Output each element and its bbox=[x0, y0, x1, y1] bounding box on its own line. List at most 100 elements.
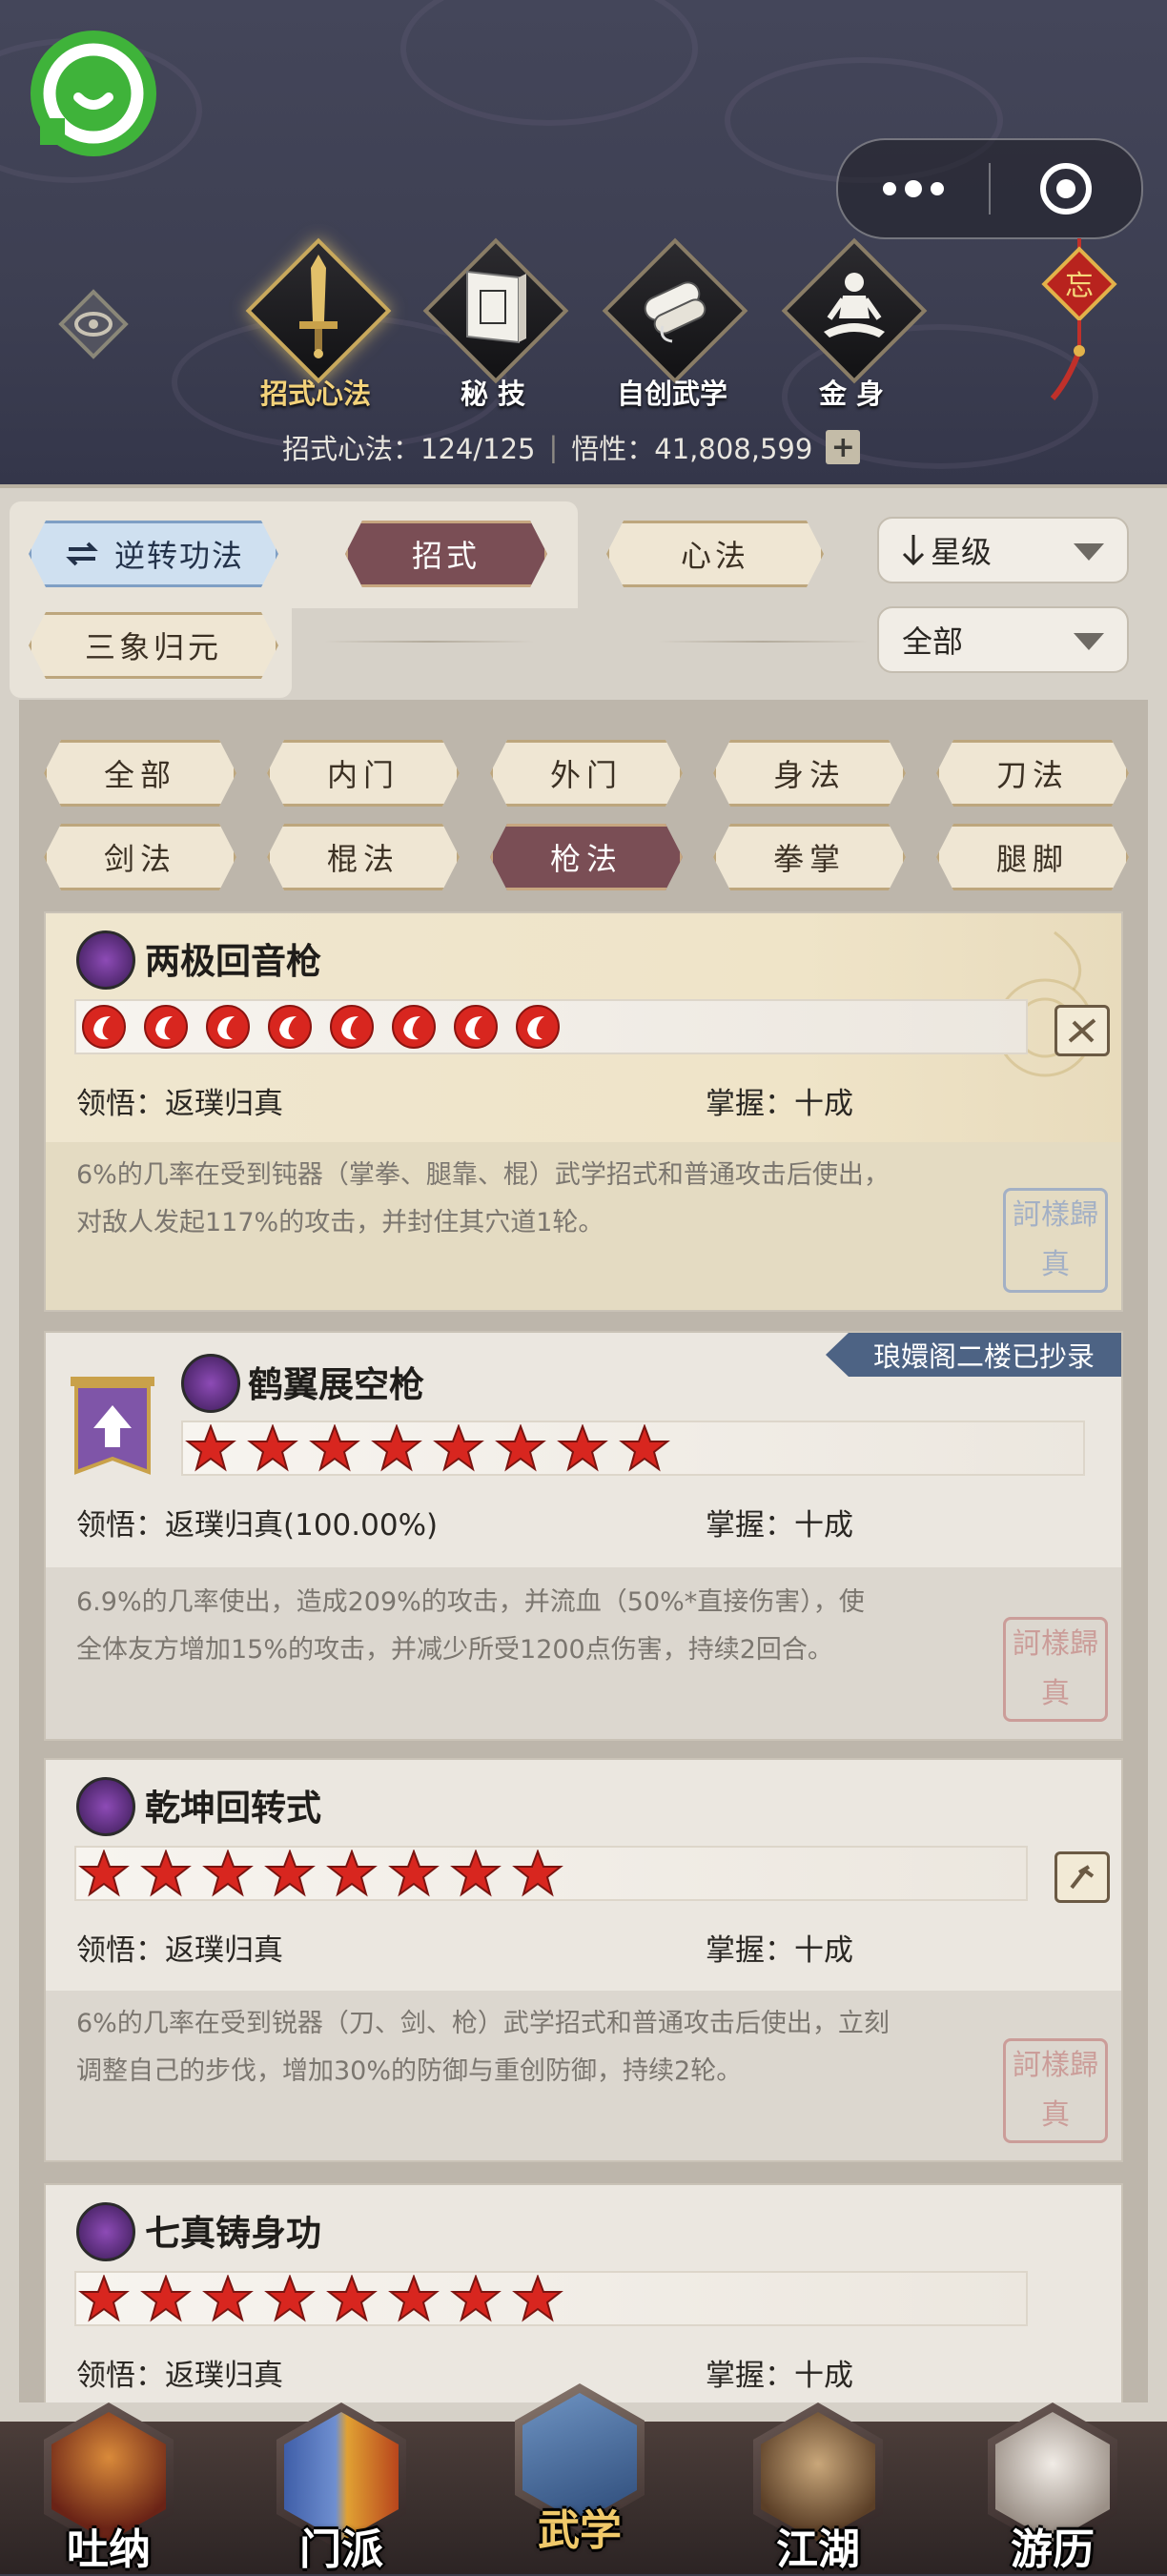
chevron-down-icon bbox=[1074, 543, 1104, 561]
filter-fist[interactable]: 拳掌 bbox=[713, 824, 906, 890]
chevron-down-icon bbox=[1074, 633, 1104, 650]
swap-icon bbox=[63, 538, 101, 570]
red-star-icon bbox=[619, 1424, 670, 1472]
book-icon bbox=[466, 270, 526, 344]
martial-panel: 逆转功法 招式 心法 星级 三象归元 全部 全部 内门 外门 身法 刀法 剑法 … bbox=[0, 484, 1167, 2423]
red-star-icon bbox=[309, 1424, 360, 1472]
category-select[interactable]: 全部 bbox=[877, 606, 1129, 673]
fire-star-icon bbox=[268, 1005, 312, 1049]
filter-sword[interactable]: 剑法 bbox=[44, 824, 236, 890]
spear-skill-icon bbox=[76, 2202, 135, 2261]
upgrade-banner-icon[interactable] bbox=[67, 1377, 158, 1483]
meditation-icon bbox=[824, 273, 885, 337]
martial-type-badge-icon[interactable] bbox=[1054, 1851, 1110, 1903]
skill-description: 6%的几率在受到钝器（掌拳、腿靠、棍）武学招式和普通攻击后使出， 对敌人发起117… bbox=[76, 1160, 890, 1237]
filter-outer[interactable]: 外门 bbox=[490, 740, 683, 807]
tab-golden-body[interactable]: 金 身 bbox=[770, 237, 928, 412]
skill-stats: 招式心法：124/125 | 悟性：41,808,599 + bbox=[282, 427, 861, 467]
nav-martial-arts[interactable]: 武学 bbox=[503, 2383, 656, 2555]
red-star-icon bbox=[512, 2275, 563, 2322]
red-star-icon bbox=[202, 1850, 254, 1897]
red-star-icon bbox=[185, 1424, 236, 1472]
red-star-icon bbox=[388, 2275, 440, 2322]
more-dots-icon bbox=[883, 180, 944, 197]
filter-spear[interactable]: 枪法 bbox=[490, 824, 683, 890]
skill-description: 6%的几率在受到锐器（刀、剑、枪）武学招式和普通攻击后使出，立刻 调整自己的步伐，… bbox=[76, 2009, 890, 2086]
moves-count: 招式心法：124/125 bbox=[282, 433, 536, 465]
sort-select[interactable]: 星级 bbox=[877, 517, 1129, 583]
filter-blade[interactable]: 刀法 bbox=[936, 740, 1129, 807]
red-star-rating bbox=[78, 2275, 563, 2322]
nav-jianghu[interactable]: 江湖 bbox=[742, 2402, 894, 2574]
tab-custom-martial[interactable]: 自创武学 bbox=[591, 237, 748, 412]
red-star-icon bbox=[78, 1850, 130, 1897]
nav-sect[interactable]: 门派 bbox=[265, 2402, 418, 2574]
arrow-down-icon bbox=[902, 535, 925, 566]
tab-secret-skills[interactable]: 秘 技 bbox=[412, 237, 569, 412]
svg-text:忘: 忘 bbox=[1065, 270, 1094, 303]
tab-heart-method[interactable]: 心法 bbox=[606, 521, 824, 587]
fire-star-icon bbox=[516, 1005, 560, 1049]
nav-breathing[interactable]: 吐纳 bbox=[32, 2402, 185, 2574]
mini-program-capsule bbox=[836, 138, 1143, 239]
fire-star-icon bbox=[330, 1005, 374, 1049]
spear-skill-icon bbox=[76, 930, 135, 990]
red-star-icon bbox=[495, 1424, 546, 1472]
sanxiang-button[interactable]: 三象归元 bbox=[29, 612, 278, 679]
skill-card[interactable]: 七真铸身功 领悟：返璞归真 掌握：十成 bbox=[44, 2183, 1123, 2402]
close-program-button[interactable] bbox=[991, 140, 1141, 237]
red-star-icon bbox=[202, 2275, 254, 2322]
red-star-icon bbox=[140, 2275, 192, 2322]
seal-stamp: 訶樣歸真 bbox=[1003, 1617, 1108, 1722]
red-star-rating bbox=[185, 1424, 670, 1472]
skill-card[interactable]: 琅嬛阁二楼已抄录 鹤翼展空枪 领悟：返璞归真(100.00%) 掌握：十成 6.… bbox=[44, 1331, 1123, 1741]
red-star-icon bbox=[450, 1850, 502, 1897]
red-star-rating bbox=[78, 1850, 563, 1897]
tab-moves-filter[interactable]: 招式 bbox=[345, 521, 547, 587]
seal-stamp: 訶樣歸真 bbox=[1003, 1188, 1108, 1293]
fire-star-icon bbox=[454, 1005, 498, 1049]
skill-card[interactable]: 乾坤回转式 领悟：返璞归真 掌握：十成 6%的几率在受到锐器（刀、剑、枪）武学招… bbox=[44, 1758, 1123, 2162]
divider bbox=[658, 641, 868, 643]
more-menu-button[interactable] bbox=[838, 140, 989, 237]
filter-inner[interactable]: 内门 bbox=[267, 740, 460, 807]
eye-toggle-button[interactable] bbox=[57, 288, 130, 360]
red-star-icon bbox=[512, 1850, 563, 1897]
copied-ribbon: 琅嬛阁二楼已抄录 bbox=[825, 1333, 1121, 1377]
sword-icon bbox=[299, 255, 338, 358]
filter-all[interactable]: 全部 bbox=[44, 740, 236, 807]
cloud-decoration bbox=[400, 0, 698, 126]
chat-logo-icon[interactable] bbox=[31, 31, 156, 156]
skill-list-area: 全部 内门 外门 身法 刀法 剑法 棍法 枪法 拳掌 腿脚 两极回音枪 领悟：返… bbox=[19, 700, 1148, 2402]
filter-staff[interactable]: 棍法 bbox=[267, 824, 460, 890]
spear-skill-icon bbox=[181, 1354, 240, 1413]
red-star-icon bbox=[264, 1850, 316, 1897]
fire-star-icon bbox=[144, 1005, 188, 1049]
filter-leg[interactable]: 腿脚 bbox=[936, 824, 1129, 890]
lucky-knot-ornament[interactable]: 忘 bbox=[1039, 238, 1119, 410]
fire-star-icon bbox=[206, 1005, 250, 1049]
red-star-icon bbox=[78, 2275, 130, 2322]
red-star-icon bbox=[371, 1424, 422, 1472]
seal-stamp: 訶樣歸真 bbox=[1003, 2038, 1108, 2143]
spear-skill-icon bbox=[76, 1777, 135, 1836]
red-star-icon bbox=[140, 1850, 192, 1897]
red-star-icon bbox=[326, 1850, 378, 1897]
filter-body[interactable]: 身法 bbox=[713, 740, 906, 807]
add-insight-button[interactable]: + bbox=[826, 430, 861, 464]
bottom-navigation: 吐纳 门派 武学 江湖 游历 bbox=[0, 2383, 1167, 2574]
target-close-icon bbox=[1040, 163, 1092, 215]
skill-description: 6.9%的几率使出，造成209%的攻击，并流血（50%*直接伤害），使 全体友方增… bbox=[76, 1587, 865, 1665]
red-star-icon bbox=[264, 2275, 316, 2322]
insight-value: 悟性：41,808,599 bbox=[571, 433, 813, 465]
divider bbox=[324, 641, 534, 643]
tab-moves[interactable]: 招式心法 bbox=[235, 237, 392, 412]
red-star-icon bbox=[247, 1424, 298, 1472]
fire-star-icon bbox=[392, 1005, 436, 1049]
skill-card[interactable]: 两极回音枪 领悟：返璞归真 掌握：十成 6%的几率在受到钝器（掌拳、腿靠、棍）武… bbox=[44, 911, 1123, 1312]
nav-travel[interactable]: 游历 bbox=[976, 2402, 1129, 2574]
martial-type-badge-icon[interactable] bbox=[1054, 1005, 1110, 1056]
reverse-skill-button[interactable]: 逆转功法 bbox=[29, 521, 278, 587]
red-star-icon bbox=[433, 1424, 484, 1472]
scroll-icon bbox=[644, 281, 706, 343]
